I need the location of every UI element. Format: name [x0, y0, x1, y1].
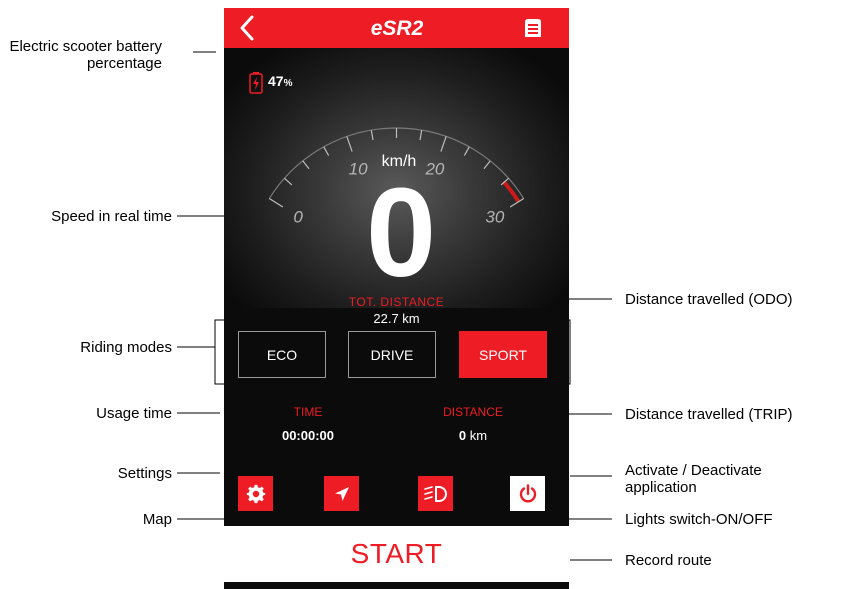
start-button[interactable]: START: [224, 526, 569, 582]
navigation-arrow-icon: [334, 486, 349, 501]
time-value: 00:00:00: [281, 428, 335, 443]
esr2-logo: eSR2: [371, 17, 424, 39]
dial-tick: [370, 130, 374, 141]
power-button[interactable]: [510, 476, 545, 511]
annotation-battery: Electric scooter battery percentage: [9, 38, 162, 72]
odo-label: TOT. DISTANCE: [348, 295, 445, 309]
dial-tick: [463, 146, 470, 156]
dial-tick: [419, 130, 423, 141]
dial-tick: [302, 160, 310, 170]
gear-icon: [246, 484, 265, 503]
speed-value: 0: [365, 162, 437, 303]
dial-tick: [346, 136, 353, 152]
dial-tick-label: 0: [293, 208, 303, 227]
time-label: TIME: [293, 405, 323, 419]
mode-eco-button[interactable]: ECO: [238, 331, 326, 378]
headlight-icon: [423, 485, 447, 502]
distance-value: 0 km: [458, 428, 488, 443]
annotation-record: Record route: [625, 552, 712, 569]
power-icon: [519, 483, 536, 502]
dial-tick: [268, 198, 284, 208]
annotation-usage-time: Usage time: [96, 405, 172, 422]
annotation-riding-modes: Riding modes: [80, 339, 172, 356]
battery-percentage: 47%: [268, 73, 293, 89]
annotation-lights: Lights switch-ON/OFF: [625, 511, 773, 528]
svg-text:eSR2: eSR2: [371, 17, 424, 39]
back-arrow-icon[interactable]: [236, 14, 260, 42]
annotation-trip: Distance travelled (TRIP): [625, 406, 793, 423]
battery-icon: [249, 72, 263, 94]
annotation-speed: Speed in real time: [51, 208, 172, 225]
app-screen: eSR2 47% 0 10 20 30 km/h 0 TOT. DISTANCE 22…: [224, 8, 569, 589]
dial-tick-label: 30: [485, 208, 504, 227]
annotation-map: Map: [142, 511, 172, 528]
mode-drive-button[interactable]: DRIVE: [348, 331, 436, 378]
annotation-odo: Distance travelled (ODO): [625, 291, 793, 308]
header-bar: eSR2: [224, 8, 569, 48]
annotation-settings: Settings: [117, 465, 172, 482]
odo-value: 22.7 km: [373, 311, 420, 326]
dial-tick: [323, 146, 330, 156]
menu-icon[interactable]: [524, 18, 542, 38]
dial-redline-arc: [502, 180, 521, 203]
lights-button[interactable]: [418, 476, 453, 511]
dial-tick: [440, 136, 447, 152]
distance-label: DISTANCE: [443, 405, 503, 419]
dial-tick: [284, 177, 293, 186]
mode-sport-button[interactable]: SPORT: [459, 331, 547, 378]
map-button[interactable]: [324, 476, 359, 511]
annotation-activate: Activate / Deactivate application: [625, 462, 762, 496]
dial-tick: [483, 160, 491, 170]
settings-button[interactable]: [238, 476, 273, 511]
